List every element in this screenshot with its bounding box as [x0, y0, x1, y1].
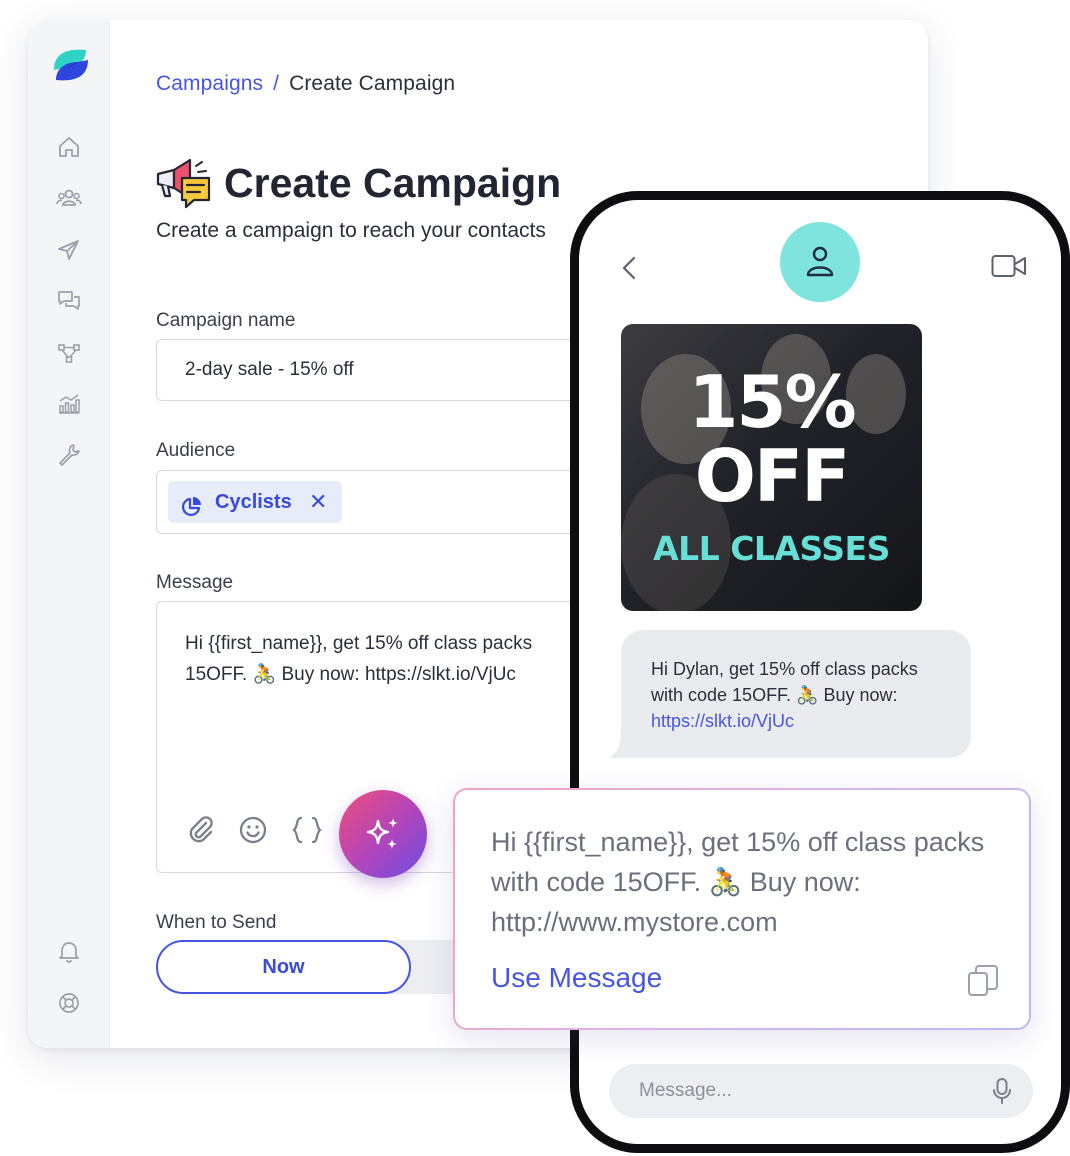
breadcrumb-current: Create Campaign	[289, 72, 456, 95]
megaphone-icon	[154, 154, 212, 210]
promo-subtitle: ALL CLASSES	[653, 529, 890, 568]
ai-suggestion-body: Hi {{first_name}}, get 15% off class pac…	[455, 790, 1029, 1028]
chat-icon[interactable]	[56, 288, 82, 314]
sidebar	[28, 20, 110, 1048]
sparkle-icon	[366, 818, 398, 849]
campaign-name-label: Campaign name	[156, 310, 296, 331]
ai-generate-button[interactable]	[339, 790, 427, 878]
user-icon	[806, 246, 834, 277]
microphone-icon[interactable]	[991, 1077, 1013, 1105]
phone-message-input[interactable]: Message...	[609, 1064, 1033, 1118]
audience-label: Audience	[156, 440, 236, 461]
contact-avatar	[780, 222, 860, 302]
sms-link[interactable]: https://slkt.io/VjUc	[651, 711, 794, 731]
app-logo[interactable]	[50, 44, 92, 86]
audience-chip[interactable]: Cyclists ✕	[168, 481, 342, 523]
use-message-button[interactable]: Use Message	[491, 962, 662, 994]
send-now-button[interactable]: Now	[156, 940, 411, 994]
home-icon[interactable]	[56, 134, 82, 160]
audience-chip-label: Cyclists	[215, 491, 292, 513]
promo-off: OFF	[694, 434, 851, 518]
contacts-icon[interactable]	[56, 185, 82, 211]
send-icon[interactable]	[56, 237, 82, 263]
breadcrumb: Campaigns / Create Campaign	[156, 72, 455, 96]
help-icon[interactable]	[56, 990, 82, 1016]
tools-icon[interactable]	[56, 442, 82, 468]
chip-remove-icon[interactable]: ✕	[309, 481, 327, 523]
promo-image: 15% OFF ALL CLASSES	[621, 324, 922, 611]
when-to-send-label: When to Send	[156, 912, 277, 933]
sms-bubble: Hi Dylan, get 15% off class packs with c…	[621, 630, 971, 758]
analytics-icon[interactable]	[56, 391, 82, 417]
emoji-icon[interactable]	[237, 814, 269, 846]
promo-percent: 15%	[688, 360, 856, 444]
suggested-message: Hi {{first_name}}, get 15% off class pac…	[491, 827, 985, 937]
ai-suggestion-card: Hi {{first_name}}, get 15% off class pac…	[453, 788, 1031, 1030]
variable-braces-icon[interactable]	[291, 814, 323, 846]
page-subtitle: Create a campaign to reach your contacts	[156, 219, 546, 242]
message-label: Message	[156, 572, 234, 593]
breadcrumb-campaigns-link[interactable]: Campaigns	[156, 72, 263, 95]
phone-input-placeholder: Message...	[639, 1080, 732, 1101]
video-call-icon[interactable]	[991, 254, 1027, 278]
sms-text: Hi Dylan, get 15% off class packs with c…	[651, 659, 918, 705]
back-chevron-icon[interactable]	[619, 255, 641, 281]
breadcrumb-separator: /	[273, 72, 280, 95]
bell-icon[interactable]	[56, 938, 82, 964]
page-title: Create Campaign	[224, 160, 562, 206]
copy-icon[interactable]	[967, 964, 999, 998]
attachment-icon[interactable]	[185, 814, 217, 846]
workflow-icon[interactable]	[56, 340, 82, 366]
segment-pie-icon	[180, 491, 202, 517]
